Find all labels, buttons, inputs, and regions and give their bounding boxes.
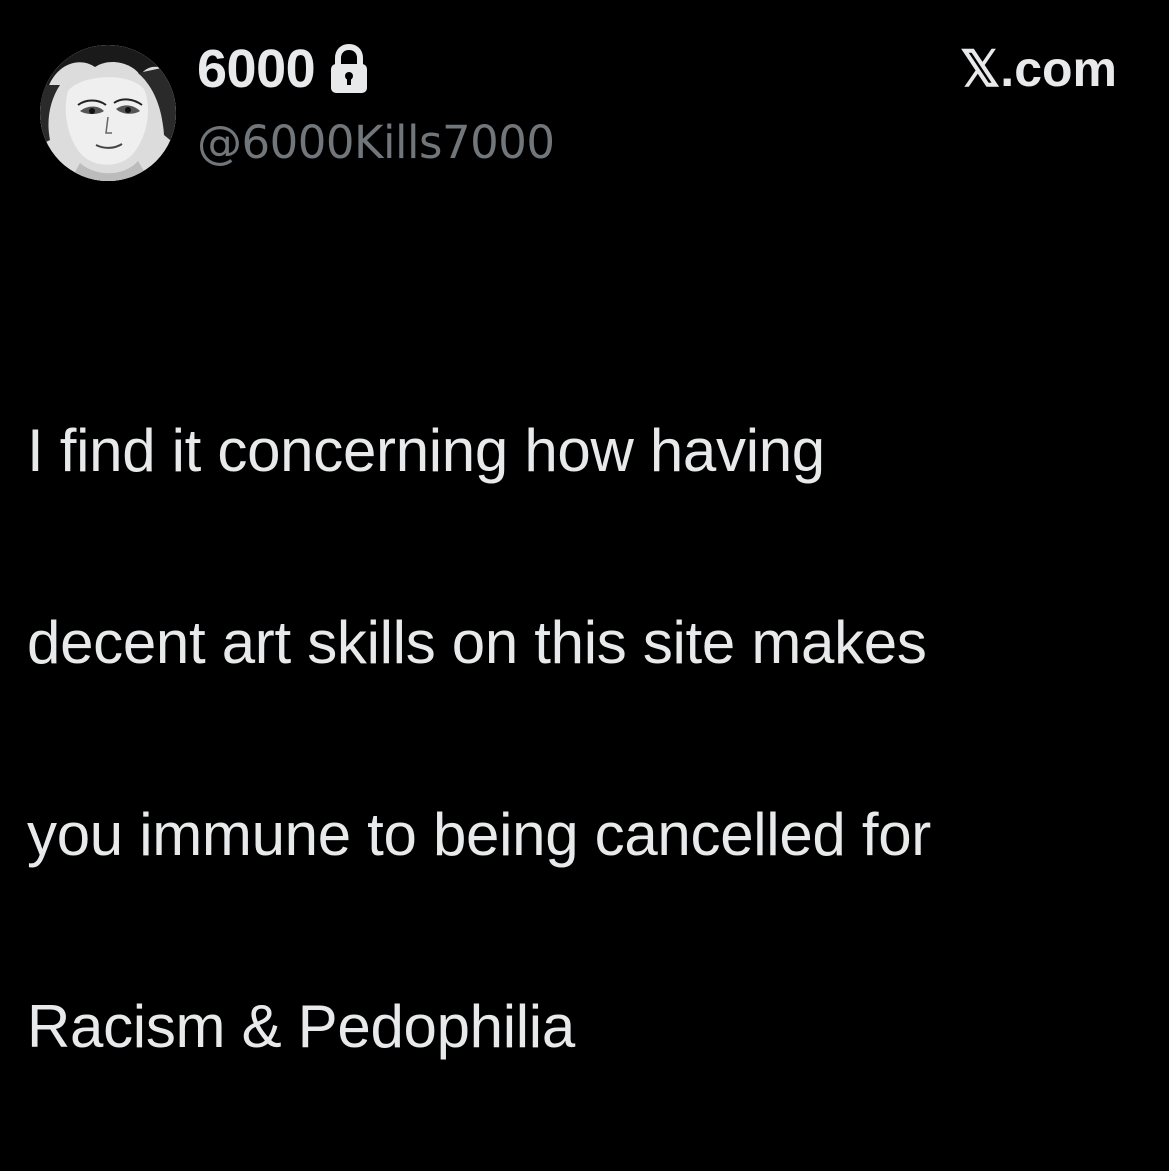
tweet-text-line: you immune to being cancelled for	[27, 801, 931, 868]
display-name-row: 6000	[197, 34, 371, 104]
tweet-text: I find it concerning how having decent a…	[27, 307, 1147, 1171]
author-handle[interactable]: @6000Kills7000	[197, 116, 555, 169]
tweet-text-line: decent art skills on this site makes	[27, 609, 927, 676]
display-name[interactable]: 6000	[197, 38, 316, 100]
tweet-text-line: Racism & Pedophilia	[27, 993, 575, 1060]
avatar-image	[40, 45, 176, 181]
x-brand-logo: 𝕏.com	[960, 40, 1117, 98]
tweet-card: 6000 @6000Kills7000 𝕏.com I find it conc…	[0, 0, 1169, 1060]
tweet-text-line: I find it concerning how having	[27, 417, 825, 484]
brand-text: 𝕏.com	[960, 41, 1117, 97]
lock-icon	[327, 43, 371, 95]
avatar[interactable]	[40, 45, 176, 181]
